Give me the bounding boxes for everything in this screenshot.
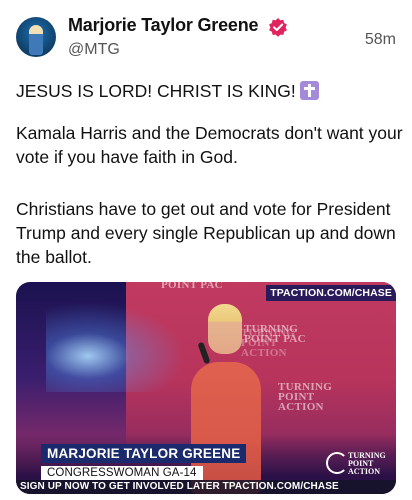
post-timestamp[interactable]: 58m (365, 31, 396, 49)
stage-spotlight (46, 302, 186, 392)
avatar-figure (29, 25, 43, 55)
turning-point-logo-icon (326, 452, 348, 474)
bug-line-2: POINT ACTION (348, 459, 381, 476)
post-text-line-1: JESUS IS LORD! CHRIST IS KING! (16, 79, 319, 103)
author-name[interactable]: Marjorie Taylor Greene (68, 15, 259, 36)
network-bug: TURNING POINT ACTION (326, 448, 388, 478)
bug-text: TURNING POINT ACTION (348, 452, 388, 476)
ticker: SIGN UP NOW TO GET INVOLVED LATER TPACTI… (16, 480, 396, 494)
backdrop-text: POINT PAC (161, 282, 223, 291)
backdrop-text: TURNING POINT ACTION (241, 327, 296, 359)
post-card: Marjorie Taylor Greene @MTG 58m JESUS IS… (0, 0, 412, 500)
post-text-heading: JESUS IS LORD! CHRIST IS KING! (16, 81, 296, 101)
post-video[interactable]: POINT PAC TURNING POINT PAC TURNING POIN… (16, 282, 396, 494)
post-paragraph-3: Christians have to get out and vote for … (16, 199, 396, 267)
lower-third-name: MARJORIE TAYLOR GREENE (41, 444, 247, 463)
verified-badge-icon (269, 18, 287, 37)
author-handle[interactable]: @MTG (68, 41, 120, 59)
latin-cross-icon (299, 81, 319, 100)
lower-third: MARJORIE TAYLOR GREENE CONGRESSWOMAN GA-… (41, 444, 247, 481)
backdrop-text: TURNING POINT ACTION (278, 381, 333, 413)
post-paragraph-2: Kamala Harris and the Democrats don't wa… (16, 123, 403, 167)
speaker-head (208, 304, 242, 354)
avatar[interactable] (16, 17, 56, 57)
source-tag: TPACTION.COM/CHASE (266, 285, 396, 301)
lower-third-title: CONGRESSWOMAN GA-14 (41, 466, 203, 480)
